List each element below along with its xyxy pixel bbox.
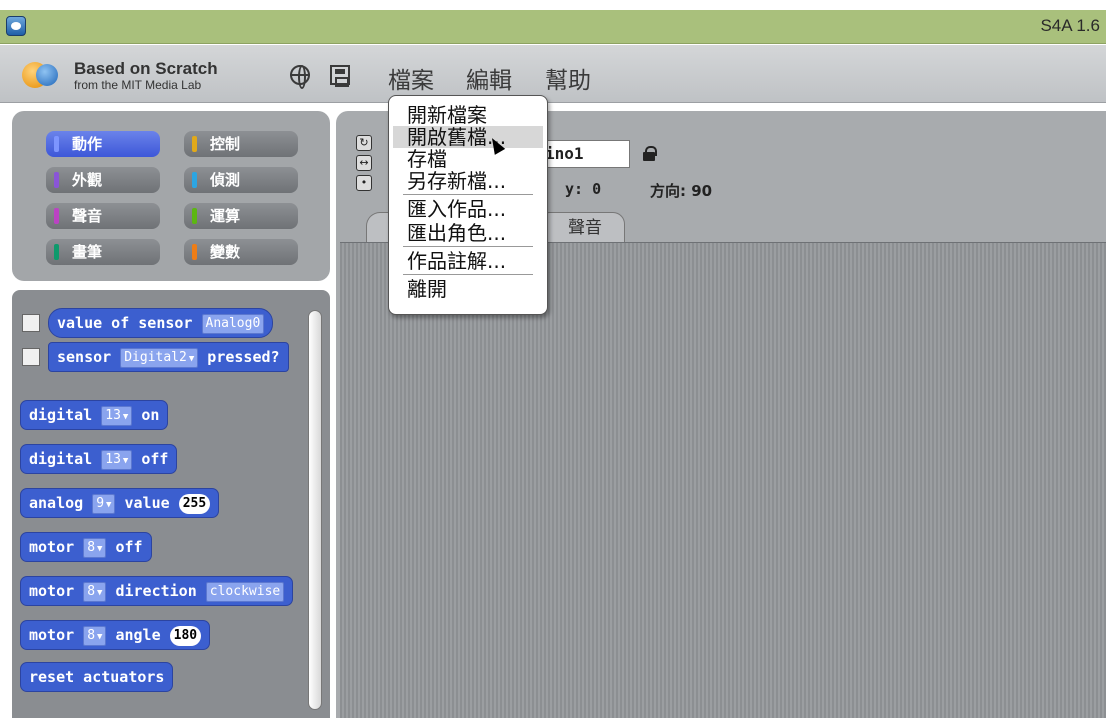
block-analog-value[interactable]: analog 9 ▼ value 255 [20, 488, 220, 518]
block-text: motor [29, 582, 75, 600]
value-input[interactable]: 255 [178, 494, 211, 514]
lock-icon[interactable] [643, 146, 657, 161]
sprite-y-position: y: 0 [565, 180, 602, 198]
menu-file[interactable]: 檔案 [388, 61, 434, 95]
category-motion[interactable]: 動作 [46, 131, 160, 157]
slot-value: 8 [87, 584, 96, 599]
category-pen[interactable]: 畫筆 [46, 239, 160, 265]
slot-value: 8 [87, 628, 96, 643]
block-value-of-sensor[interactable]: value of sensor Analog0 [48, 308, 274, 338]
pin-dropdown[interactable]: 13 ▼ [101, 406, 133, 426]
rotation-style-controls: ↻ ↔ • [356, 135, 372, 197]
brand-subtitle: from the MIT Media Lab [74, 78, 202, 92]
menu-help[interactable]: 幫助 [545, 61, 591, 95]
block-text: sensor [57, 348, 112, 366]
category-label: 控制 [210, 135, 241, 153]
pin-dropdown[interactable]: 9 ▼ [92, 494, 116, 514]
block-motor-direction[interactable]: motor 8 ▼ direction clockwise [20, 576, 294, 606]
block-text: off [141, 450, 169, 468]
angle-input[interactable]: 180 [169, 626, 202, 646]
block-text: on [141, 406, 160, 424]
category-label: 變數 [210, 243, 241, 261]
cropped-caption [0, 0, 1106, 10]
block-text: motor [29, 538, 75, 556]
category-label: 偵測 [210, 171, 241, 189]
slot-value: Digital2 [124, 350, 187, 365]
flip-horizontal-icon[interactable]: ↔ [356, 155, 372, 171]
block-text: off [115, 538, 143, 556]
category-sound[interactable]: 聲音 [46, 203, 160, 229]
block-text: angle [115, 626, 161, 644]
block-text: pressed? [207, 348, 280, 366]
block-text: analog [29, 494, 84, 512]
slot-value: 13 [105, 452, 121, 467]
block-text: digital [29, 406, 93, 424]
file-dropdown-menu: 開新檔案 開啟舊檔... 存檔 另存新檔... 匯入作品... 匯出角色... … [388, 95, 548, 315]
menu-item-import-project[interactable]: 匯入作品... [393, 198, 543, 220]
menu-item-export-sprite[interactable]: 匯出角色... [393, 222, 543, 244]
window-title: S4A 1.6 [1040, 16, 1100, 35]
pin-dropdown[interactable]: 8 ▼ [83, 626, 107, 646]
no-rotate-icon[interactable]: • [356, 175, 372, 191]
category-label: 運算 [210, 207, 241, 225]
slot-value: 9 [96, 496, 105, 511]
block-motor-angle[interactable]: motor 8 ▼ angle 180 [20, 620, 211, 650]
brand-title: Based on Scratch [74, 59, 218, 78]
category-variables[interactable]: 變數 [184, 239, 298, 265]
block-digital-on[interactable]: digital 13 ▼ on [20, 400, 169, 430]
menu-separator [403, 246, 533, 247]
menu-item-project-notes[interactable]: 作品註解... [393, 250, 543, 272]
block-text: value [124, 494, 170, 512]
rotate-icon[interactable]: ↻ [356, 135, 372, 151]
pin-dropdown[interactable]: 8 ▼ [83, 582, 107, 602]
menu-separator [403, 274, 533, 275]
sprite-direction: 方向: 90 [650, 182, 713, 200]
menu-item-new[interactable]: 開新檔案 [393, 104, 543, 126]
window-title-bar: S4A 1.6 [0, 10, 1106, 44]
pin-dropdown[interactable]: 8 ▼ [83, 538, 107, 558]
sprite-name-field[interactable]: ino1 [540, 140, 630, 168]
blocks-palette: value of sensor Analog0 sensor Digital2 ▼… [12, 290, 330, 718]
category-operators[interactable]: 運算 [184, 203, 298, 229]
category-label: 動作 [72, 135, 103, 153]
category-label: 畫筆 [72, 243, 103, 261]
save-disk-icon[interactable] [330, 65, 350, 87]
block-text: digital [29, 450, 93, 468]
menu-bar: Based on Scratch from the MIT Media Lab … [0, 45, 1106, 103]
language-globe-icon[interactable] [290, 65, 310, 89]
category-control[interactable]: 控制 [184, 131, 298, 157]
sensor-pressed-checkbox[interactable] [22, 348, 40, 366]
sensor-digital-dropdown[interactable]: Digital2 ▼ [120, 348, 199, 368]
block-reset-actuators[interactable]: reset actuators [20, 662, 174, 692]
scratch-logo [22, 60, 66, 90]
menu-separator [403, 194, 533, 195]
block-text: reset actuators [29, 668, 165, 686]
category-sensing[interactable]: 偵測 [184, 167, 298, 193]
app-icon [6, 16, 26, 36]
block-text: motor [29, 626, 75, 644]
blocks-scrollbar[interactable] [308, 310, 322, 710]
tab-sounds[interactable]: 聲音 [545, 212, 625, 242]
menu-item-save[interactable]: 存檔 [393, 148, 543, 170]
direction-dropdown[interactable]: clockwise [205, 582, 285, 602]
sensor-value-checkbox[interactable] [22, 314, 40, 332]
pin-dropdown[interactable]: 13 ▼ [101, 450, 133, 470]
category-label: 聲音 [72, 207, 103, 225]
block-digital-off[interactable]: digital 13 ▼ off [20, 444, 178, 474]
block-motor-off[interactable]: motor 8 ▼ off [20, 532, 152, 562]
sensor-dropdown[interactable]: Analog0 [201, 314, 265, 334]
slot-value: 13 [105, 408, 121, 423]
block-text: value of sensor [57, 314, 193, 332]
block-sensor-pressed[interactable]: sensor Digital2 ▼ pressed? [48, 342, 289, 372]
category-label: 外觀 [72, 171, 103, 189]
menu-item-save-as[interactable]: 另存新檔... [393, 170, 543, 192]
menu-item-open[interactable]: 開啟舊檔... [393, 126, 543, 148]
block-text: direction [115, 582, 197, 600]
category-looks[interactable]: 外觀 [46, 167, 160, 193]
menu-edit[interactable]: 編輯 [466, 61, 512, 95]
category-palette: 動作 控制 外觀 偵測 聲音 運算 畫筆 變數 [12, 111, 330, 281]
slot-value: 8 [87, 540, 96, 555]
menu-item-quit[interactable]: 離開 [393, 278, 543, 300]
